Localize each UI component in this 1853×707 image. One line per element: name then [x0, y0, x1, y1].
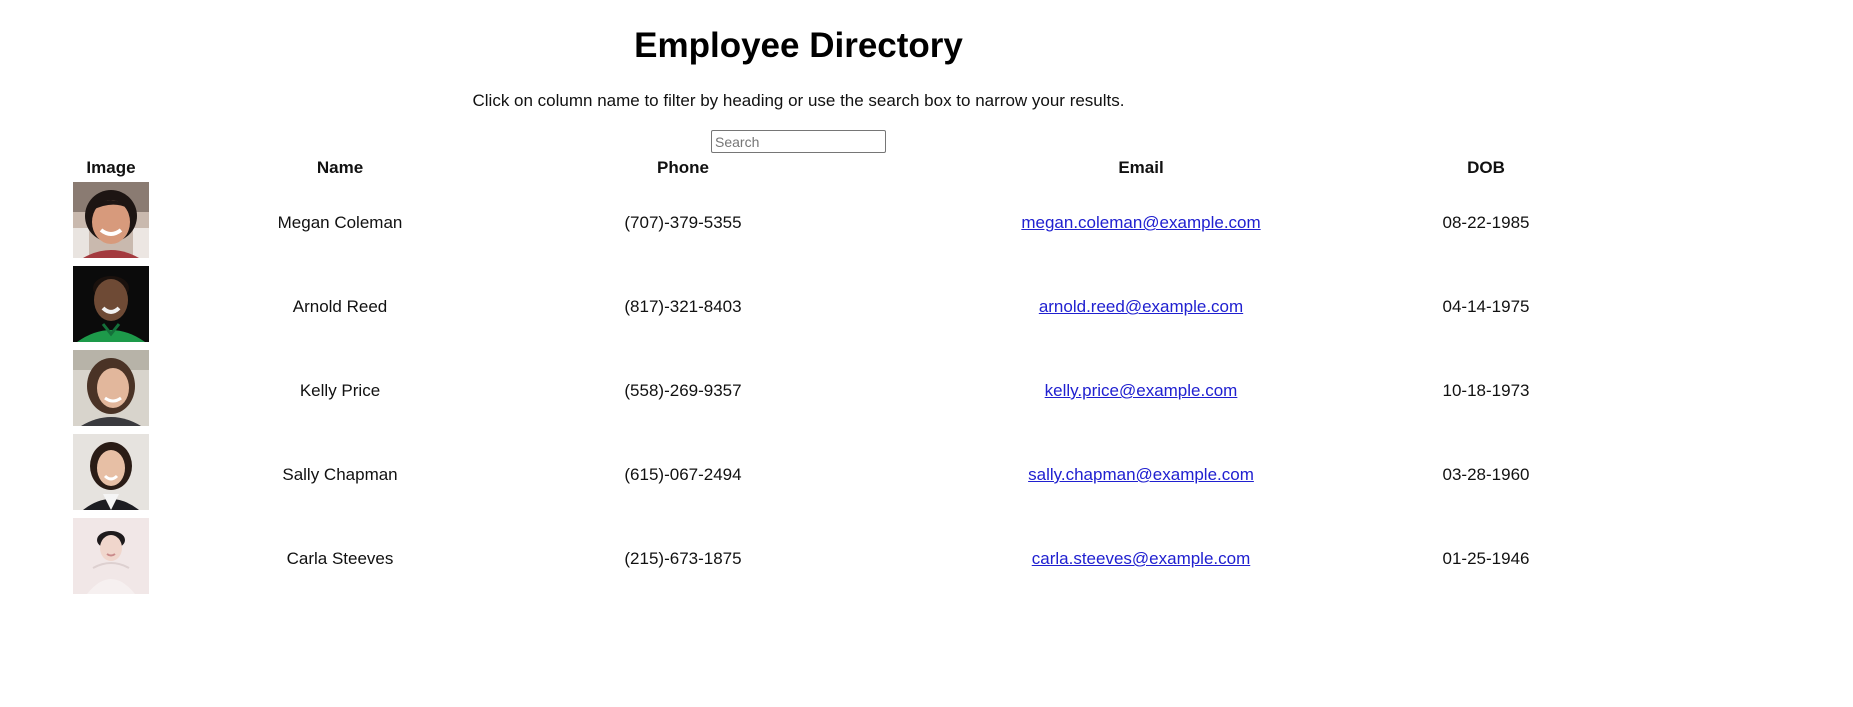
table-header-row: Image Name Phone Email DOB: [0, 158, 1597, 178]
employee-name: Megan Coleman: [277, 213, 403, 232]
employee-email-cell: carla.steeves@example.com: [1032, 549, 1251, 569]
search-input[interactable]: [711, 130, 886, 153]
employee-email-link[interactable]: megan.coleman@example.com: [1021, 213, 1260, 232]
table-row: Megan Coleman (707)-379-5355 megan.colem…: [0, 182, 1597, 258]
employee-dob: 04-14-1975: [1442, 297, 1530, 316]
employee-photo: [73, 182, 149, 258]
employee-email-link[interactable]: arnold.reed@example.com: [1039, 297, 1243, 316]
employee-dob: 10-18-1973: [1442, 381, 1530, 400]
employee-dob: 03-28-1960: [1442, 465, 1530, 484]
column-header-image[interactable]: Image: [86, 158, 135, 178]
column-header-dob[interactable]: DOB: [1467, 158, 1505, 178]
employee-dob: 01-25-1946: [1442, 549, 1530, 568]
employee-name: Kelly Price: [299, 381, 381, 400]
employee-email-cell: kelly.price@example.com: [1045, 381, 1238, 401]
page-instructions: Click on column name to filter by headin…: [472, 91, 1125, 110]
page-title: Employee Directory: [634, 26, 963, 65]
employee-photo: [73, 518, 149, 594]
employee-name: Arnold Reed: [292, 297, 388, 316]
employee-phone: (215)-673-1875: [624, 549, 742, 568]
table-row: Arnold Reed (817)-321-8403 arnold.reed@e…: [0, 266, 1597, 342]
employee-dob: 08-22-1985: [1442, 213, 1530, 232]
employee-email-cell: sally.chapman@example.com: [1028, 465, 1254, 485]
employee-email-link[interactable]: carla.steeves@example.com: [1032, 549, 1251, 568]
column-header-email[interactable]: Email: [1118, 158, 1163, 178]
column-header-phone[interactable]: Phone: [657, 158, 709, 178]
employee-directory-page: Employee Directory Click on column name …: [0, 0, 1597, 707]
employee-photo: [73, 266, 149, 342]
table-row: Carla Steeves (215)-673-1875 carla.steev…: [0, 518, 1597, 594]
employee-phone: (558)-269-9357: [624, 381, 742, 400]
employee-phone: (817)-321-8403: [624, 297, 742, 316]
employee-email-link[interactable]: kelly.price@example.com: [1045, 381, 1238, 400]
table-row: Kelly Price (558)-269-9357 kelly.price@e…: [0, 350, 1597, 426]
employee-photo: [73, 434, 149, 510]
employee-name: Sally Chapman: [282, 465, 398, 484]
employee-email-cell: arnold.reed@example.com: [1039, 297, 1243, 317]
employee-email-cell: megan.coleman@example.com: [1021, 213, 1260, 233]
employee-name: Carla Steeves: [286, 549, 394, 568]
employee-email-link[interactable]: sally.chapman@example.com: [1028, 465, 1254, 484]
column-header-name[interactable]: Name: [317, 158, 363, 178]
employee-photo: [73, 350, 149, 426]
employee-phone: (615)-067-2494: [624, 465, 742, 484]
employee-phone: (707)-379-5355: [624, 213, 742, 232]
table-row: Sally Chapman (615)-067-2494 sally.chapm…: [0, 434, 1597, 510]
